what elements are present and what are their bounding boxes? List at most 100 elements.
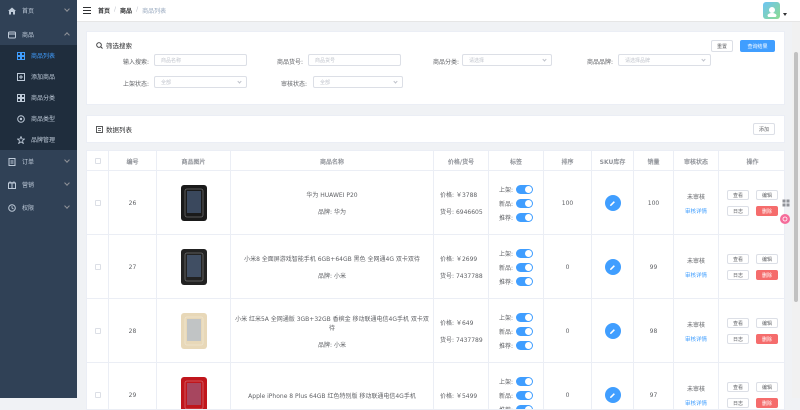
delete-button[interactable]: 删除 [756,334,778,344]
row-checkbox[interactable] [95,200,101,206]
sidebar-item-brand[interactable]: 品牌管理 [0,129,77,150]
chevron-down-icon [393,79,397,83]
brand-select[interactable]: 请选择品牌 [618,54,711,66]
recommend-switch[interactable] [516,405,533,410]
row-checkbox[interactable] [95,264,101,270]
breadcrumb-home[interactable]: 首页 [98,6,110,15]
audit-detail-link[interactable]: 审核详情 [685,399,707,407]
menu-home[interactable]: 首页 [0,0,77,21]
category-select[interactable]: 请选择 [462,54,552,66]
breadcrumb-product[interactable]: 商品 [120,6,132,15]
permission-icon [8,204,16,212]
brand-label: 商品品牌: [576,57,613,66]
log-button[interactable]: 日志 [727,270,749,280]
edit-button[interactable]: 编辑 [756,254,778,264]
menu-permission[interactable]: 权限 [0,197,77,218]
new-switch[interactable] [516,327,533,336]
row-id: 29 [129,392,137,399]
menu-order[interactable]: 订单 [0,151,77,172]
add-button[interactable]: 添加 [753,123,775,135]
sales-value: 100 [648,200,659,207]
delete-button[interactable]: 删除 [756,206,778,216]
sidebar-item-product-list[interactable]: 商品列表 [0,45,77,66]
view-button[interactable]: 查看 [727,190,749,200]
product-price: ￥3788 [456,192,477,199]
publish-switch[interactable] [516,377,533,386]
verify-status-select[interactable]: 全部 [313,76,403,88]
publish-switch[interactable] [516,313,533,322]
product-icon [8,31,16,39]
chevron-down-icon [542,57,546,61]
filter-title: 筛选搜索 [106,40,132,50]
col-sales: 销量 [634,151,674,171]
log-button[interactable]: 日志 [727,206,749,216]
audit-status: 未审核 [687,320,705,329]
audit-detail-link[interactable]: 审核详情 [685,335,707,343]
reset-button[interactable]: 重置 [711,40,733,52]
edit-sku-button[interactable] [605,259,621,275]
pencil-icon [609,264,616,271]
table-row: 27小米8 全面屏游戏智能手机 6GB+64GB 黑色 全网通4G 双卡双待品牌… [87,235,785,299]
recommend-switch[interactable] [516,277,533,286]
edit-sku-button[interactable] [605,323,621,339]
recommend-switch[interactable] [516,341,533,350]
delete-button[interactable]: 删除 [756,398,778,408]
new-switch[interactable] [516,199,533,208]
row-checkbox[interactable] [95,392,101,398]
edit-button[interactable]: 编辑 [756,382,778,392]
menu-marketing[interactable]: 营销 [0,174,77,195]
publish-switch[interactable] [516,185,533,194]
edit-button[interactable]: 编辑 [756,318,778,328]
query-button[interactable]: 查询结果 [740,40,775,52]
add-product-icon [17,73,25,81]
recommend-switch[interactable] [516,213,533,222]
row-checkbox[interactable] [95,328,101,334]
caret-down-icon[interactable] [783,13,787,16]
edit-sku-button[interactable] [605,195,621,211]
grid-icon[interactable] [781,198,791,208]
product-sn: 6946605 [456,209,483,216]
menu-product[interactable]: 商品 [0,24,77,45]
brand-icon [17,136,25,144]
col-price: 价格/货号 [434,151,489,171]
product-brand: 小米 [334,273,346,280]
publish-switch[interactable] [516,249,533,258]
scrollbar[interactable] [792,22,800,398]
log-button[interactable]: 日志 [727,398,749,408]
sort-value: 0 [566,264,570,271]
row-id: 28 [129,328,137,335]
chevron-down-icon [237,79,241,83]
keyword-input[interactable]: 商品名称 [154,54,247,66]
product-image [181,249,207,285]
view-button[interactable]: 查看 [727,254,749,264]
edit-sku-button[interactable] [605,387,621,403]
product-brand: 小米 [334,342,346,349]
product-price: ￥649 [456,320,473,327]
avatar[interactable] [763,2,780,19]
list-toolbar: 数据列表 添加 [86,115,785,143]
col-tags: 标签 [489,151,544,171]
breadcrumb: 首页 / 商品 / 商品列表 [98,6,166,15]
plugin-icon[interactable] [780,214,790,224]
chevron-down-icon [64,157,70,163]
sales-value: 98 [650,328,658,335]
audit-detail-link[interactable]: 审核详情 [685,271,707,279]
sidebar-item-type[interactable]: 商品类型 [0,108,77,129]
select-all-checkbox[interactable] [95,158,101,164]
sn-label: 商品货号: [267,57,303,66]
sort-value: 100 [562,200,573,207]
hamburger-icon[interactable] [83,7,91,14]
view-button[interactable]: 查看 [727,318,749,328]
sidebar-item-category[interactable]: 商品分类 [0,87,77,108]
edit-button[interactable]: 编辑 [756,190,778,200]
new-switch[interactable] [516,263,533,272]
audit-detail-link[interactable]: 审核详情 [685,207,707,215]
scrollbar-thumb[interactable] [794,52,798,302]
sn-input[interactable]: 商品货号 [308,54,401,66]
log-button[interactable]: 日志 [727,334,749,344]
publish-status-select[interactable]: 全部 [154,76,247,88]
view-button[interactable]: 查看 [727,382,749,392]
delete-button[interactable]: 删除 [756,270,778,280]
sidebar-item-add-product[interactable]: 添加商品 [0,66,77,87]
new-switch[interactable] [516,391,533,400]
